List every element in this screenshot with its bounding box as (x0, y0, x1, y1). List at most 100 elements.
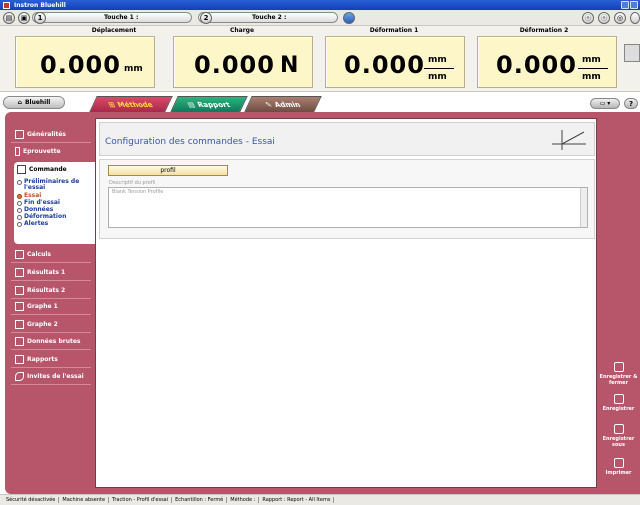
graph-icon (15, 301, 24, 311)
readout-charge[interactable]: 0.000 N (173, 36, 313, 88)
sidebar-item-label: Eprouvette (23, 147, 61, 155)
desc-scrollbar[interactable] (580, 188, 587, 227)
radio-icon (17, 221, 22, 227)
sidebar-item-donnees-brutes[interactable]: Données brutes (5, 333, 95, 349)
sidebar-item-calculs[interactable]: Calculs (5, 246, 95, 262)
sidebar-item-label: Généralités (27, 130, 66, 138)
status-report: Rapport : Report - All Items (259, 497, 335, 503)
readout-title-deplacement: Déplacement (91, 27, 137, 34)
table-icon (15, 267, 24, 277)
readout-config-icon[interactable] (624, 44, 640, 62)
readout-unit-num: mm (428, 55, 447, 65)
radio-icon (17, 214, 22, 220)
save-button[interactable]: Enregistrer (597, 394, 640, 412)
sidebar-item-invites[interactable]: Invites de l'essai (5, 368, 95, 384)
tabs-row: ⌂ Bluehill ⊞ Méthode ▤ Rapport ✎ Admin ▭ ▾ … (0, 92, 640, 112)
save-icon (613, 394, 624, 404)
readout-deplacement[interactable]: 0.000 mm (15, 36, 155, 88)
raw-data-icon (15, 336, 24, 346)
sidebar-item-label: Calculs (27, 250, 51, 258)
sidebar-item-eprouvette[interactable]: Eprouvette (5, 143, 95, 159)
save-close-label: Enregistrer & fermer (599, 374, 638, 386)
sidebar-item-generalites[interactable]: Généralités (5, 126, 95, 142)
help-globe-icon[interactable]: ◎ (614, 12, 626, 24)
status-bar: Sécurité désactivée Machine absente Trac… (0, 494, 640, 505)
sub-item-alertes[interactable]: Alertes (17, 221, 48, 227)
save-as-button[interactable]: Enregistrer sous (597, 424, 640, 448)
sidebar-item-graphe2[interactable]: Graphe 2 (5, 316, 95, 332)
sidebar-item-label: Résultats 2 (27, 286, 66, 294)
divider (11, 349, 91, 350)
tension-curve-icon (552, 130, 586, 150)
content-area: Configuration des commandes - Essai prof… (95, 118, 597, 488)
sidebar-item-label: Graphe 2 (27, 320, 58, 328)
readout-unit: mm (124, 64, 143, 74)
tab-bluehill[interactable]: ⌂ Bluehill (3, 96, 65, 109)
tab-rapport[interactable]: ▤ Rapport (170, 96, 248, 112)
readout-value: 0.000 (496, 51, 577, 79)
prompt-icon (15, 371, 24, 381)
print-label: Imprimer (605, 470, 632, 476)
sub-item-label: Alertes (24, 220, 49, 227)
settings-icon[interactable]: ⦿ (598, 12, 610, 24)
status-profile: Traction - Profil d'essai (109, 497, 173, 503)
profil-button[interactable]: profil (108, 165, 228, 176)
minimize-button[interactable] (621, 1, 629, 9)
window-title: Instron Bluehill (14, 1, 66, 9)
sidebar-item-resultats2[interactable]: Résultats 2 (5, 282, 95, 298)
toolbar: ▤ ▣ 1 Touche 1 : 2 Touche 2 : ⦿ ⦿ ◎ (0, 10, 640, 26)
save-label: Enregistrer (602, 406, 635, 412)
radio-icon (17, 193, 22, 199)
touche2-number: 2 (200, 12, 212, 24)
radio-icon (17, 179, 22, 185)
sidebar-item-label: Commande (29, 166, 67, 173)
touche1-label: Touche 1 : (104, 14, 139, 21)
machine-icon[interactable]: ▣ (18, 12, 30, 24)
sidebar-item-graphe1[interactable]: Graphe 1 (5, 298, 95, 314)
specimen-icon (15, 146, 20, 156)
report-icon (15, 354, 24, 364)
content-header: Configuration des commandes - Essai (99, 122, 595, 156)
status-machine: Machine absente (59, 497, 110, 503)
sidebar-item-label: Données brutes (27, 337, 81, 345)
tab-methode[interactable]: ⊞ Méthode (89, 96, 173, 112)
sub-item-label: Préliminaires de l'essai (24, 178, 80, 191)
readouts-panel: Déplacement 0.000 mm Charge 0.000 N Défo… (0, 26, 640, 92)
status-icon[interactable] (343, 12, 355, 24)
divider (11, 262, 91, 263)
readout-unit: N (280, 53, 299, 78)
profil-panel: profil Descriptif du profil Blank Tensio… (99, 159, 595, 239)
general-icon (15, 129, 24, 139)
sl-icon[interactable]: ⦿ (582, 12, 594, 24)
control-icon (17, 165, 26, 174)
readout-deformation1[interactable]: 0.000 mm mm (325, 36, 465, 88)
readout-unit-den: mm (428, 72, 447, 82)
readout-title-deformation1: Déformation 1 (369, 27, 419, 34)
menu-icon[interactable]: ▤ (3, 12, 15, 24)
tab-methode-label: Méthode (116, 100, 155, 109)
readout-title-charge: Charge (229, 27, 255, 34)
tools-dropdown[interactable]: ▭ ▾ (590, 98, 620, 109)
tab-admin[interactable]: ✎ Admin (244, 96, 322, 112)
help-button[interactable]: ? (624, 98, 638, 109)
readout-value: 0.000 (40, 51, 121, 79)
app-logo-icon (3, 1, 10, 9)
radio-icon (17, 207, 22, 213)
print-button[interactable]: Imprimer (597, 458, 640, 476)
readout-title-deformation2: Déformation 2 (519, 27, 569, 34)
tab-rapport-label: Rapport (195, 100, 232, 109)
save-close-button[interactable]: Enregistrer & fermer (597, 362, 640, 386)
sidebar-item-commande[interactable]: Commande (17, 165, 67, 174)
tab-admin-label: Admin (272, 100, 302, 109)
sidebar-item-rapports[interactable]: Rapports (5, 351, 95, 367)
actions-panel: Enregistrer & fermer Enregistrer Enregis… (597, 118, 640, 488)
touche1-number: 1 (34, 12, 46, 24)
radio-icon (17, 200, 22, 206)
desc-field[interactable]: Blank Tension Profile (108, 187, 588, 228)
desc-value: Blank Tension Profile (112, 189, 164, 195)
sidebar-item-resultats1[interactable]: Résultats 1 (5, 264, 95, 280)
sub-item-preliminaires[interactable]: Préliminaires de l'essai (17, 179, 89, 191)
restore-button[interactable] (630, 1, 638, 9)
exit-icon[interactable] (630, 12, 640, 24)
readout-deformation2[interactable]: 0.000 mm mm (477, 36, 617, 88)
